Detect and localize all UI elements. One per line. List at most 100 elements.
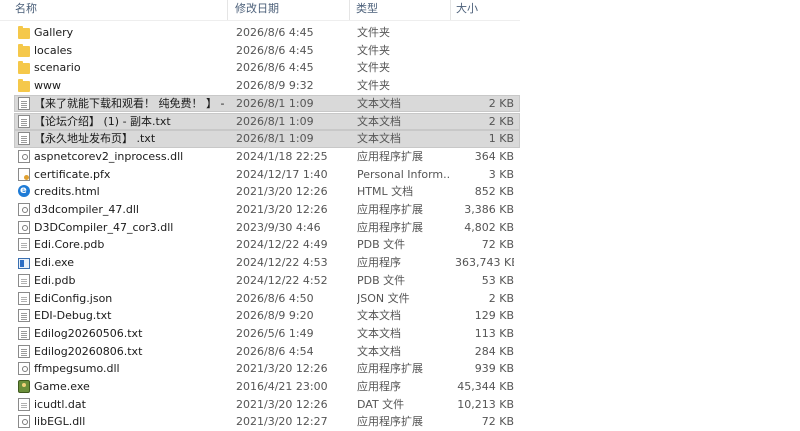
file-size bbox=[455, 77, 514, 95]
file-name: Game.exe bbox=[34, 380, 90, 393]
file-name: Edilog20260806.txt bbox=[34, 344, 143, 358]
file-row[interactable]: 【永久地址发布页】 .txt 2026/8/1 1:09 文本文档 1 KB bbox=[0, 130, 520, 148]
file-type: 文件夹 bbox=[357, 79, 390, 93]
file-type: 应用程序扩展 bbox=[357, 203, 423, 216]
file-row[interactable]: Gallery 2026/8/6 4:45 文件夹 bbox=[0, 24, 520, 42]
file-row[interactable]: locales 2026/8/6 4:45 文件夹 bbox=[0, 42, 520, 60]
dll-file-icon bbox=[18, 220, 30, 234]
file-row[interactable]: credits.html 2021/3/20 12:26 HTML 文档 852 KB bbox=[0, 182, 520, 201]
file-date-modified: 2021/3/20 12:27 bbox=[236, 415, 328, 429]
column-header-date-modified[interactable]: 修改日期 bbox=[234, 0, 350, 20]
file-size bbox=[455, 59, 514, 77]
file-size: 3,386 KB bbox=[464, 203, 514, 216]
column-header-size[interactable]: 大小 bbox=[455, 0, 520, 20]
file-size: 284 KB bbox=[474, 344, 514, 358]
file-date-modified: 2026/8/6 4:50 bbox=[236, 291, 314, 305]
file-size: 129 KB bbox=[474, 309, 514, 323]
file-date-modified: 2026/8/1 1:09 bbox=[236, 96, 314, 110]
file-type: PDB 文件 bbox=[357, 238, 406, 252]
file-type: JSON 文件 bbox=[357, 291, 410, 305]
file-row[interactable]: 【论坛介绍】 (1) - 副本.txt 2026/8/1 1:09 文本文档 2 KB bbox=[0, 112, 520, 131]
file-date-modified: 2016/4/21 23:00 bbox=[236, 380, 328, 393]
file-row[interactable]: Edilog20260506.txt 2026/5/6 1:49 文本文档 113 K… bbox=[0, 325, 520, 343]
file-size: 72 KB bbox=[481, 415, 514, 429]
file-explorer: 名称 修改日期 类型 大小 Gallery 2026/8/6 4:45 文件夹 loc… bbox=[0, 0, 800, 429]
file-row[interactable]: 【来了就能下载和观看！ 纯免费！ 】 - 副... 2026/8/1 1:09 文本… bbox=[0, 94, 520, 113]
file-type: PDB 文件 bbox=[357, 273, 406, 287]
file-size: 2 KB bbox=[488, 96, 514, 110]
file-row[interactable]: D3DCompiler_47_cor3.dll 2023/9/30 4:46 应用程… bbox=[0, 219, 520, 237]
file-name: www bbox=[34, 79, 61, 93]
column-header-bar: 名称 修改日期 类型 大小 bbox=[0, 0, 520, 21]
file-type: 文件夹 bbox=[357, 43, 390, 57]
file-row[interactable]: ffmpegsumo.dll 2021/3/20 12:26 应用程序扩展 939 K… bbox=[0, 360, 520, 378]
file-row[interactable]: Edi.Core.pdb 2024/12/22 4:49 PDB 文件 72 KB bbox=[0, 236, 520, 254]
file-name: 【来了就能下载和观看！ 纯免费！ 】 - 副... bbox=[34, 96, 226, 110]
file-name: scenario bbox=[34, 61, 81, 75]
file-size: 852 KB bbox=[474, 185, 514, 199]
file-icon bbox=[18, 397, 30, 411]
file-name: Edilog20260506.txt bbox=[34, 326, 143, 340]
file-date-modified: 2024/12/22 4:52 bbox=[236, 273, 328, 287]
file-size: 3 KB bbox=[488, 167, 514, 181]
file-row[interactable]: EdiConfig.json 2026/8/6 4:50 JSON 文件 2 KB bbox=[0, 290, 520, 308]
edge-html-icon bbox=[18, 182, 30, 200]
file-row[interactable]: EDI-Debug.txt 2026/8/9 9:20 文本文档 129 KB bbox=[0, 307, 520, 325]
file-row[interactable]: icudtl.dat 2021/3/20 12:26 DAT 文件 10,213 KB bbox=[0, 396, 520, 414]
file-row[interactable]: Edi.pdb 2024/12/22 4:52 PDB 文件 53 KB bbox=[0, 272, 520, 290]
folder-icon bbox=[18, 61, 30, 75]
file-type: 文本文档 bbox=[357, 326, 401, 340]
text-file-icon bbox=[18, 96, 30, 110]
file-date-modified: 2026/8/9 9:20 bbox=[236, 309, 314, 323]
file-type: 应用程序扩展 bbox=[357, 149, 423, 163]
file-type: 文本文档 bbox=[357, 114, 401, 128]
file-type: 文本文档 bbox=[357, 132, 401, 146]
dll-file-icon bbox=[18, 149, 30, 163]
file-size: 1 KB bbox=[488, 132, 514, 146]
file-name: Edi.pdb bbox=[34, 273, 76, 287]
file-icon bbox=[18, 291, 30, 305]
file-size: 939 KB bbox=[474, 362, 514, 376]
file-name: Edi.Core.pdb bbox=[34, 238, 105, 252]
folder-icon bbox=[18, 26, 30, 39]
file-type: Personal Inform... bbox=[357, 167, 449, 181]
text-file-icon bbox=[18, 344, 30, 358]
file-name: 【永久地址发布页】 .txt bbox=[34, 132, 156, 146]
file-type: DAT 文件 bbox=[357, 397, 405, 411]
column-header-name[interactable]: 名称 bbox=[14, 0, 228, 20]
column-header-type[interactable]: 类型 bbox=[355, 0, 451, 20]
file-name: Edi.exe bbox=[34, 256, 74, 270]
file-row[interactable]: libEGL.dll 2021/3/20 12:27 应用程序扩展 72 KB bbox=[0, 413, 520, 431]
file-row[interactable]: aspnetcorev2_inprocess.dll 2024/1/18 22:2… bbox=[0, 148, 520, 166]
file-row[interactable]: Game.exe 2016/4/21 23:00 应用程序 45,344 KB bbox=[0, 378, 520, 396]
file-row[interactable]: certificate.pfx 2024/12/17 1:40 Personal I… bbox=[0, 166, 520, 184]
text-file-icon bbox=[18, 326, 30, 340]
folder-icon bbox=[18, 79, 30, 93]
dll-file-icon bbox=[18, 362, 30, 376]
file-date-modified: 2023/9/30 4:46 bbox=[236, 220, 321, 234]
file-size: 53 KB bbox=[481, 273, 514, 287]
file-date-modified: 2026/8/6 4:45 bbox=[236, 43, 314, 57]
file-size: 364 KB bbox=[474, 149, 514, 163]
file-type: 文本文档 bbox=[357, 96, 401, 110]
file-row[interactable]: www 2026/8/9 9:32 文件夹 bbox=[0, 77, 520, 95]
file-name: ffmpegsumo.dll bbox=[34, 362, 120, 376]
file-size: 72 KB bbox=[481, 238, 514, 252]
file-size: 363,743 KB bbox=[455, 256, 514, 270]
file-row[interactable]: d3dcompiler_47.dll 2021/3/20 12:26 应用程序扩展 3… bbox=[0, 201, 520, 219]
file-type: 应用程序扩展 bbox=[357, 362, 423, 376]
file-name: EDI-Debug.txt bbox=[34, 309, 112, 323]
file-icon bbox=[18, 273, 30, 287]
file-type: 应用程序扩展 bbox=[357, 415, 423, 429]
file-row[interactable]: scenario 2026/8/6 4:45 文件夹 bbox=[0, 59, 520, 77]
file-date-modified: 2026/8/6 4:45 bbox=[236, 61, 314, 75]
file-row[interactable]: Edilog20260806.txt 2026/8/6 4:54 文本文档 284 K… bbox=[0, 343, 520, 361]
file-size bbox=[455, 24, 514, 42]
file-row[interactable]: Edi.exe 2024/12/22 4:53 应用程序 363,743 KB bbox=[0, 254, 520, 272]
file-type: 应用程序 bbox=[357, 256, 401, 270]
exe-icon bbox=[18, 258, 30, 270]
file-date-modified: 2021/3/20 12:26 bbox=[236, 397, 328, 411]
file-name: EdiConfig.json bbox=[34, 291, 113, 305]
file-icon bbox=[18, 238, 30, 252]
file-type: 应用程序扩展 bbox=[357, 220, 423, 234]
